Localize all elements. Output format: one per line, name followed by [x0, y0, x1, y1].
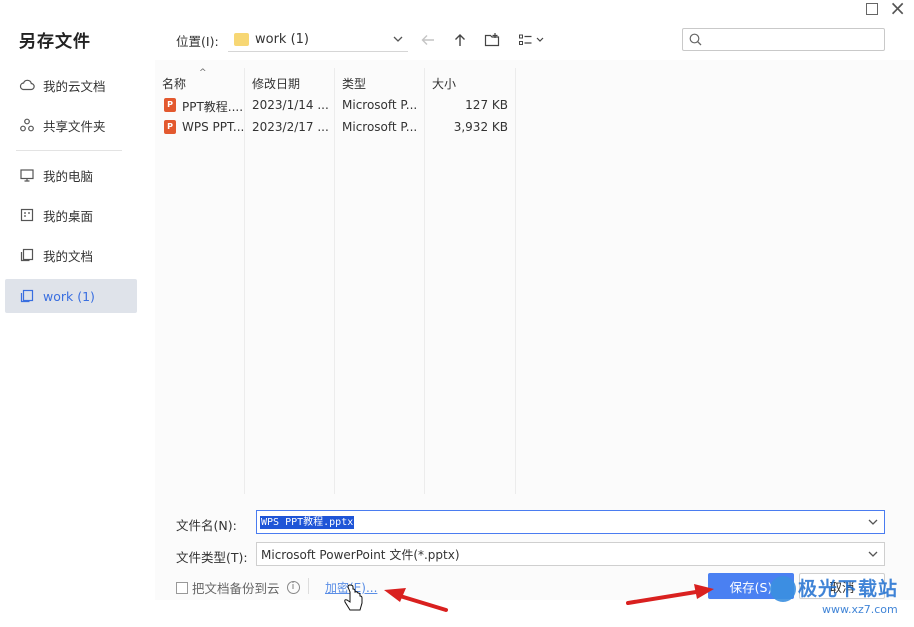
location-label: 位置(I): [176, 34, 219, 49]
search-box[interactable] [682, 28, 885, 51]
column-divider [515, 68, 516, 494]
watermark-url: www.xz7.com [822, 603, 898, 616]
arrow-left-icon [421, 35, 434, 45]
divider [308, 578, 309, 594]
column-divider [334, 68, 335, 494]
file-type: Microsoft P... [342, 120, 418, 134]
desktop-icon [20, 208, 34, 222]
folder-icon [20, 289, 34, 303]
back-button[interactable] [419, 31, 437, 49]
column-header-size[interactable]: 大小 [432, 75, 456, 92]
computer-icon [20, 169, 34, 182]
up-folder-button[interactable] [451, 31, 469, 49]
file-date: 2023/1/14 ... [252, 98, 329, 112]
column-header-name[interactable]: 名称 [162, 75, 186, 92]
folder-icon [234, 33, 249, 46]
search-input[interactable] [706, 32, 876, 47]
sidebar-item-label: 共享文件夹 [43, 118, 106, 134]
arrow-up-icon [455, 34, 465, 46]
backup-checkbox[interactable] [176, 581, 188, 594]
sidebar-item-label: 我的桌面 [43, 208, 94, 224]
sidebar-item-computer[interactable]: 我的电脑 [5, 158, 137, 192]
new-folder-button[interactable] [483, 31, 501, 49]
filename-field[interactable]: WPS PPT教程.pptx [256, 510, 885, 534]
sidebar-item-desktop[interactable]: 我的桌面 [5, 198, 137, 232]
backup-to-cloud[interactable]: 把文档备份到云 i [176, 578, 300, 597]
filename-value: WPS PPT教程.pptx [260, 515, 355, 529]
filetype-value: Microsoft PowerPoint 文件(*.pptx) [261, 547, 460, 562]
sidebar-divider [16, 150, 122, 151]
sidebar-item-cloud-docs[interactable]: 我的云文档 [5, 68, 137, 102]
encrypt-link[interactable]: 加密(E)... [325, 579, 377, 596]
ppt-file-icon: P [164, 120, 176, 134]
ppt-file-icon: P [164, 98, 176, 112]
filetype-select[interactable]: Microsoft PowerPoint 文件(*.pptx) [256, 542, 885, 566]
watermark-logo [770, 576, 796, 602]
sidebar: 另存文件 我的云文档 共享文件夹 我的电脑 我的桌面 我的文档 work (1) [0, 0, 155, 627]
cloud-icon [19, 79, 35, 91]
sidebar-item-label: 我的电脑 [43, 168, 94, 184]
watermark-text: 极光下载站 [798, 578, 899, 600]
sidebar-item-shared-folder[interactable]: 共享文件夹 [5, 108, 137, 142]
sidebar-item-label: 我的文档 [43, 248, 94, 264]
chevron-down-icon [393, 36, 403, 42]
documents-icon [20, 248, 34, 262]
maximize-button[interactable] [866, 3, 878, 15]
sort-ascending-icon: ^ [199, 68, 207, 78]
chevron-down-icon[interactable] [867, 516, 879, 528]
share-folder-icon [20, 118, 34, 132]
dialog-title: 另存文件 [19, 32, 91, 52]
info-icon[interactable]: i [286, 581, 300, 594]
location-dropdown[interactable]: work (1) [228, 28, 408, 52]
search-icon [689, 33, 702, 46]
location-value: work (1) [255, 32, 310, 47]
column-header-type[interactable]: 类型 [342, 75, 366, 92]
backup-label: 把文档备份到云 [192, 581, 280, 596]
file-list: ^ 名称 修改日期 类型 大小 P PPT教程.... 2023/1/14 ..… [155, 68, 517, 494]
view-mode-button[interactable] [517, 31, 547, 49]
file-name: PPT教程.... [182, 100, 244, 114]
chevron-down-icon [868, 551, 878, 557]
sidebar-item-documents[interactable]: 我的文档 [5, 238, 137, 272]
sidebar-item-label: 我的云文档 [43, 78, 106, 94]
filetype-label: 文件类型(T): [176, 550, 248, 565]
file-size: 3,932 KB [453, 120, 508, 134]
file-date: 2023/2/17 ... [252, 120, 329, 134]
sidebar-item-work[interactable]: work (1) [5, 279, 137, 313]
column-header-date[interactable]: 修改日期 [252, 75, 300, 92]
filename-label: 文件名(N): [176, 518, 237, 533]
sidebar-item-label: work (1) [43, 288, 95, 304]
file-size: 127 KB [465, 98, 508, 112]
column-divider [424, 68, 425, 494]
new-folder-icon [484, 33, 500, 47]
close-button[interactable]: × [889, 0, 906, 18]
file-type: Microsoft P... [342, 98, 418, 112]
file-name: WPS PPT... [182, 120, 245, 134]
list-view-icon [519, 34, 544, 45]
